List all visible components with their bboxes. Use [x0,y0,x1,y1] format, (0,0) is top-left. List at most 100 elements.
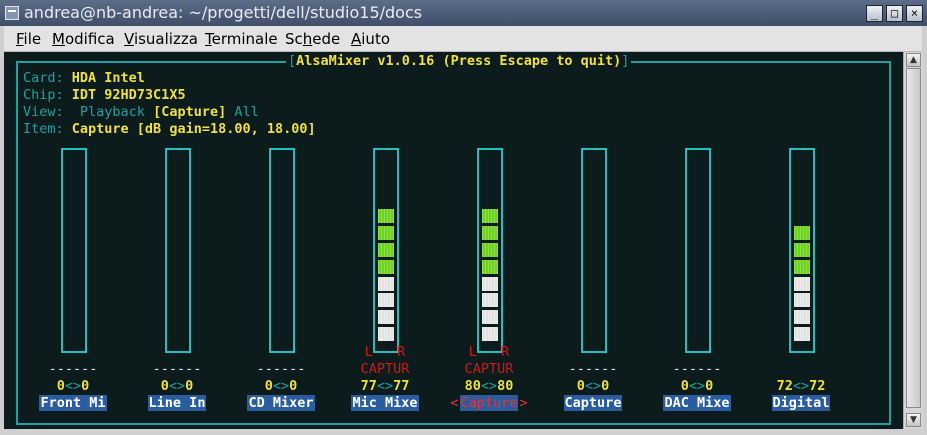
view-capture[interactable]: [Capture] [153,104,226,120]
volume-bar[interactable] [165,148,191,353]
channel-name-label: Capture [563,395,623,411]
volume-segment [482,259,498,274]
volume-value: 0<>0 [548,378,638,395]
volume-value: 77<>77 [340,378,430,395]
volume-value: 72<>72 [756,378,846,395]
mixer-channel[interactable]: ------ 0<>0 CD Mixer [236,148,326,418]
volume-separator: <> [376,378,394,394]
volume-segment [794,259,810,274]
mixer-channel[interactable]: 72<>72 Digital [756,148,846,418]
volume-segment [794,276,810,291]
capture-lr: L R [364,344,406,360]
volume-right: 0 [289,378,298,394]
volume-value: 0<>0 [652,378,742,395]
volume-left: 0 [56,378,65,394]
volume-bar[interactable] [269,148,295,353]
selection-left-arrow: < [450,395,459,411]
menu-schede[interactable]: Schede [285,30,340,48]
menu-terminale[interactable]: Terminale [205,30,278,48]
scroll-up-icon[interactable]: ▲ [906,53,921,67]
window-menu-icon[interactable] [5,6,19,20]
volume-segment [378,327,394,341]
alsamixer-title: [AlsaMixer v1.0.16 (Press Escape to quit… [286,53,632,70]
volume-segment [794,243,810,257]
no-capture-dashes: ------ [152,361,202,377]
volume-separator: <> [584,378,602,394]
menu-visualizza[interactable]: Visualizza [124,30,198,48]
channel-name[interactable]: Front Mi [28,395,118,412]
capture-flag[interactable]: CAPTUR [340,361,430,378]
volume-segment [378,259,394,274]
mixer-channel[interactable]: ------ 0<>0 DAC Mixe [652,148,742,418]
volume-left: 0 [264,378,273,394]
channel-name-label: Front Mi [39,395,107,411]
channel-name-label: Mic Mixe [351,395,419,411]
view-playback[interactable]: Playback [80,104,145,120]
menu-aiuto[interactable]: Aiuto [351,30,390,48]
volume-segment [482,276,498,291]
menu-modifica[interactable]: Modifica [52,30,115,48]
volume-value: 80<>80 [444,378,534,395]
volume-separator: <> [688,378,706,394]
mixer-channel[interactable]: L R CAPTUR 77<>77 Mic Mixe [340,148,430,418]
terminal-area[interactable]: [AlsaMixer v1.0.16 (Press Escape to quit… [4,52,903,429]
maximize-button[interactable]: □ [886,5,903,22]
channel-name[interactable]: Digital [756,395,846,412]
channel-name[interactable]: Mic Mixe [340,395,430,412]
channel-name[interactable]: Line In [132,395,222,412]
volume-segment [794,310,810,325]
volume-separator: <> [272,378,290,394]
volume-separator: <> [64,378,82,394]
volume-bar[interactable] [685,148,711,353]
no-capture-dashes: ------ [672,361,722,377]
volume-segment [482,327,498,341]
volume-value: 0<>0 [132,378,222,395]
minimize-button[interactable]: _ [866,5,883,22]
volume-segment [378,209,394,224]
volume-segment [482,293,498,308]
mixer-channel[interactable]: ------ 0<>0 Capture [548,148,638,418]
volume-bar[interactable] [581,148,607,353]
volume-right: 0 [185,378,194,394]
volume-segment [378,226,394,241]
volume-left: 0 [680,378,689,394]
volume-separator: <> [792,378,810,394]
channel-name-label: Capture [459,395,519,411]
volume-separator: <> [480,378,498,394]
volume-bar[interactable] [61,148,87,353]
volume-segment [794,226,810,241]
volume-bar[interactable] [373,148,399,353]
volume-left: 0 [160,378,169,394]
volume-right: 0 [705,378,714,394]
no-capture-dashes: ------ [48,361,98,377]
view-all[interactable]: All [234,104,258,120]
close-button[interactable]: × [906,5,923,22]
volume-segment [482,209,498,224]
volume-bar[interactable] [789,148,815,353]
channel-name[interactable]: CD Mixer [236,395,326,412]
window-title: andrea@nb-andrea: ~/progetti/dell/studio… [24,3,423,22]
menu-file[interactable]: File [16,30,41,48]
volume-segment [378,276,394,291]
volume-right: 72 [809,378,826,394]
channel-name[interactable]: Capture [548,395,638,412]
selection-right-arrow: > [519,395,528,411]
menu-bar: File Modifica Visualizza Terminale Sched… [4,26,922,52]
volume-right: 80 [497,378,514,394]
mixer-channel[interactable]: L R CAPTUR 80<>80 < Capture > [444,148,534,418]
no-capture-dashes: ------ [568,361,618,377]
mixer-channel[interactable]: ------ 0<>0 Line In [132,148,222,418]
channel-name[interactable]: < Capture > [444,395,534,412]
volume-bar[interactable] [477,148,503,353]
channel-name[interactable]: DAC Mixe [652,395,742,412]
scrollbar[interactable]: ▲ ▼ [903,52,923,429]
volume-left: 72 [776,378,793,394]
capture-flag[interactable]: CAPTUR [444,361,534,378]
scroll-down-icon[interactable]: ▼ [906,413,921,427]
volume-separator: <> [168,378,186,394]
mixer-channel[interactable]: ------ 0<>0 Front Mi [28,148,118,418]
volume-segment [378,243,394,257]
scrollbar-thumb[interactable] [906,68,921,408]
title-bar[interactable]: andrea@nb-andrea: ~/progetti/dell/studio… [0,0,927,26]
volume-segment [482,243,498,257]
